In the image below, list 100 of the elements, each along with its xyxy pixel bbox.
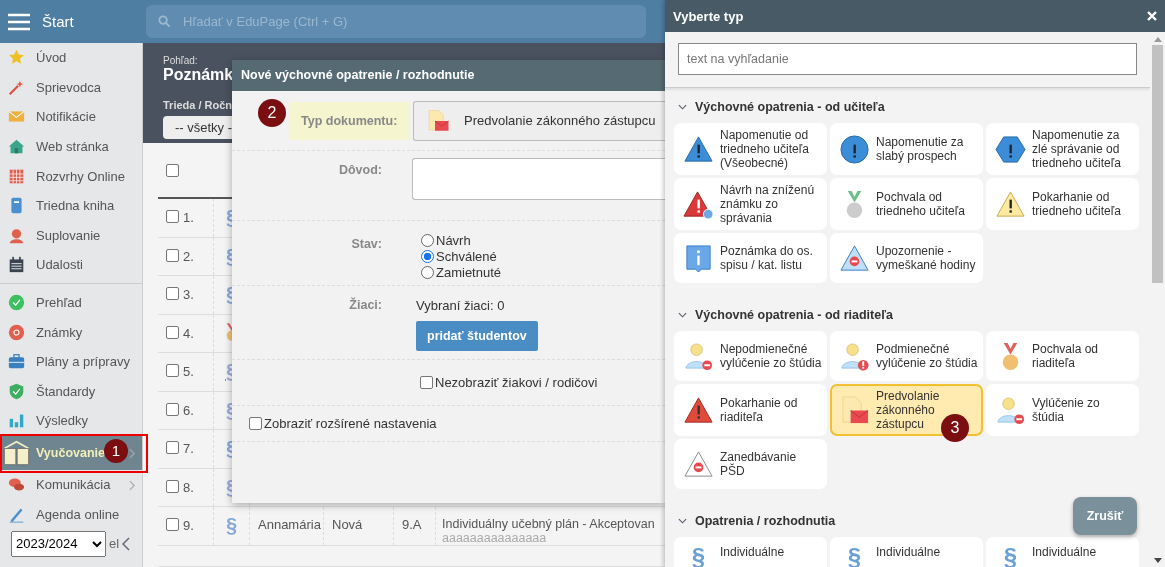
- sidebar-item[interactable]: Suplovanie: [0, 220, 142, 251]
- row-checkbox[interactable]: [166, 364, 179, 378]
- chevron-right-icon: [129, 447, 136, 459]
- exclamation-hexagon-icon: [995, 133, 1026, 165]
- search-field[interactable]: Hľadať v EduPage (Ctrl + G): [146, 5, 646, 38]
- card-label: Upozornenie - vymeškané hodiny: [876, 244, 977, 272]
- row-checkbox[interactable]: [166, 518, 179, 532]
- document-type-card[interactable]: Pochvala od riaditeľa: [986, 331, 1139, 381]
- sidebar-item[interactable]: Komunikácia: [0, 469, 142, 500]
- menu-icon[interactable]: [8, 12, 30, 31]
- card-label: Zanedbávanie PŠD: [720, 450, 798, 478]
- document-type-card[interactable]: Vylúčenie zo štúdia: [986, 384, 1139, 436]
- row-checkbox[interactable]: [166, 326, 179, 339]
- filter-label: Trieda / Ročn: [163, 98, 233, 111]
- document-type-card[interactable]: Návrh na zníženú známku zo správania: [674, 178, 827, 230]
- paragraph-sign-icon: §: [225, 514, 238, 539]
- search-field[interactable]: text na vyhľadanie: [678, 43, 1137, 75]
- card-label: Vylúčenie zo štúdia: [1032, 396, 1101, 424]
- card-label: Pokarhanie od triedneho učiteľa: [1032, 190, 1122, 218]
- chevron-down-icon[interactable]: [678, 518, 687, 524]
- status-radio[interactable]: Návrh: [421, 232, 502, 248]
- chevron-down-icon[interactable]: [678, 312, 687, 318]
- step-number-badge: 3: [941, 414, 969, 442]
- note-text: aaaaaaaaaaaaaaa: [442, 531, 548, 546]
- advanced-settings-checkbox[interactable]: Zobraziť rozšírené nastavenia: [249, 416, 437, 431]
- sidebar-item[interactable]: Výsledky: [0, 406, 142, 436]
- grade-circle-icon: [8, 323, 25, 341]
- chat-icon: [8, 476, 25, 493]
- card-label: Pokarhanie od riaditeľa: [720, 396, 799, 424]
- row-checkbox[interactable]: [166, 210, 179, 224]
- row-checkbox[interactable]: [166, 480, 179, 493]
- panel-title: Vyberte typ: [673, 8, 744, 24]
- start-label[interactable]: Štart: [42, 13, 74, 30]
- add-students-button[interactable]: pridať študentov: [416, 321, 538, 351]
- document-type-card[interactable]: Zanedbávanie PŠD: [674, 439, 827, 489]
- document-type-card[interactable]: Pokarhanie od riaditeľa: [674, 384, 827, 436]
- document-type-card[interactable]: Poznámka do os. spisu / kat. listu: [674, 233, 827, 283]
- school-year-select[interactable]: 2023/2024: [11, 530, 106, 557]
- document-type-card[interactable]: Napomenutie za slabý prospech: [830, 123, 983, 175]
- card-label: Pochvala od riaditeľa: [1032, 342, 1100, 370]
- sidebar-item[interactable]: Štandardy: [0, 376, 142, 407]
- card-label: Nepodmienečné vylúčenie zo štúdia: [720, 342, 822, 370]
- card-label: Napomenutie za zlé správanie od triedneho učiteľa: [1032, 128, 1122, 170]
- row-checkbox[interactable]: [166, 403, 179, 416]
- sidebar-item[interactable]: Agenda online: [0, 499, 142, 529]
- scroll-down-arrow-icon[interactable]: [1153, 558, 1162, 563]
- section-title[interactable]: Výchovné opatrenia - od učiteľa: [695, 100, 885, 114]
- document-type-card[interactable]: Podmienečné vylúčenie zo štúdia: [830, 331, 983, 381]
- row-checkbox[interactable]: [166, 249, 179, 262]
- collapse-chevron-icon[interactable]: [122, 536, 131, 551]
- sidebar-item[interactable]: Známky: [0, 317, 142, 347]
- sidebar-item[interactable]: Prehľad: [0, 287, 142, 318]
- person-icon: [8, 226, 25, 244]
- sidebar-item[interactable]: Sprievodca: [0, 72, 142, 103]
- exclamation-circle-icon: [839, 133, 870, 165]
- calendar-icon: [8, 256, 25, 274]
- document-type-card[interactable]: Nepodmienečné vylúčenie zo štúdia: [674, 331, 827, 381]
- close-icon[interactable]: [1147, 11, 1157, 21]
- section-title[interactable]: Opatrenia / rozhodnutia: [695, 514, 836, 528]
- open-book-icon: [3, 439, 30, 467]
- reason-field[interactable]: [412, 158, 665, 200]
- check-circle-icon: [8, 294, 25, 312]
- person-stop-icon: [995, 394, 1026, 426]
- sidebar-item[interactable]: Triedna kniha: [0, 190, 142, 221]
- select-all-checkbox[interactable]: [166, 164, 179, 177]
- document-type-select[interactable]: Predvolanie zákonného zástupcu: [413, 100, 665, 141]
- warning-triangle-icon: [683, 133, 714, 165]
- card-label: Návrh na zníženú známku zo správania: [720, 183, 816, 225]
- calendar-icon: [8, 167, 25, 185]
- document-type-card[interactable]: Pokarhanie od triedneho učiteľa: [986, 178, 1139, 230]
- document-type-card[interactable]: Napomenutie za zlé správanie od triedneho učiteľa: [986, 123, 1139, 175]
- status-radio[interactable]: Zamietnuté: [421, 264, 502, 280]
- row-checkbox[interactable]: [166, 287, 179, 301]
- scrollbar[interactable]: [1150, 32, 1165, 567]
- section-title[interactable]: Výchovné opatrenia - od riaditeľa: [695, 308, 893, 322]
- row-checkbox[interactable]: [166, 441, 179, 455]
- document-type-card[interactable]: § Individuálne: [986, 537, 1139, 567]
- field-label: Stav:: [350, 236, 383, 251]
- sidebar-item[interactable]: Úvod: [0, 43, 142, 73]
- sidebar-item[interactable]: Rozvrhy Online: [0, 161, 142, 191]
- card-label: Individuálne: [1032, 545, 1097, 559]
- chevron-down-icon[interactable]: [678, 104, 687, 110]
- sidebar-item[interactable]: Web stránka: [0, 131, 142, 162]
- document-type-card[interactable]: Upozornenie - vymeškané hodiny: [830, 233, 983, 283]
- sidebar-item[interactable]: Notifikácie: [0, 102, 142, 132]
- document-type-card[interactable]: Napomenutie od triedneho učiteľa (Všeobecné): [674, 123, 827, 175]
- document-type-card[interactable]: Pochvala od triedneho učiteľa: [830, 178, 983, 230]
- document-type-card[interactable]: § Individuálne: [674, 537, 827, 567]
- document-type-card[interactable]: § Individuálne: [830, 537, 983, 567]
- status-radio[interactable]: Schválené: [421, 248, 502, 264]
- card-label: Predvolanie zákonného zástupcu: [876, 389, 941, 431]
- sidebar-item[interactable]: Udalosti: [0, 250, 142, 280]
- warning-triangle-icon: [995, 188, 1026, 220]
- field-label: Typ dokumentu:: [289, 101, 410, 140]
- scroll-up-arrow-icon[interactable]: [1153, 37, 1162, 42]
- card-label: Pochvala od triedneho učiteľa: [876, 190, 966, 218]
- field-label: Dôvod:: [337, 162, 383, 179]
- row-number: 2.: [183, 249, 194, 264]
- hide-from-student-checkbox[interactable]: Nezobraziť žiakovi / rodičovi: [420, 375, 598, 390]
- sidebar-item[interactable]: Plány a prípravy: [0, 346, 142, 377]
